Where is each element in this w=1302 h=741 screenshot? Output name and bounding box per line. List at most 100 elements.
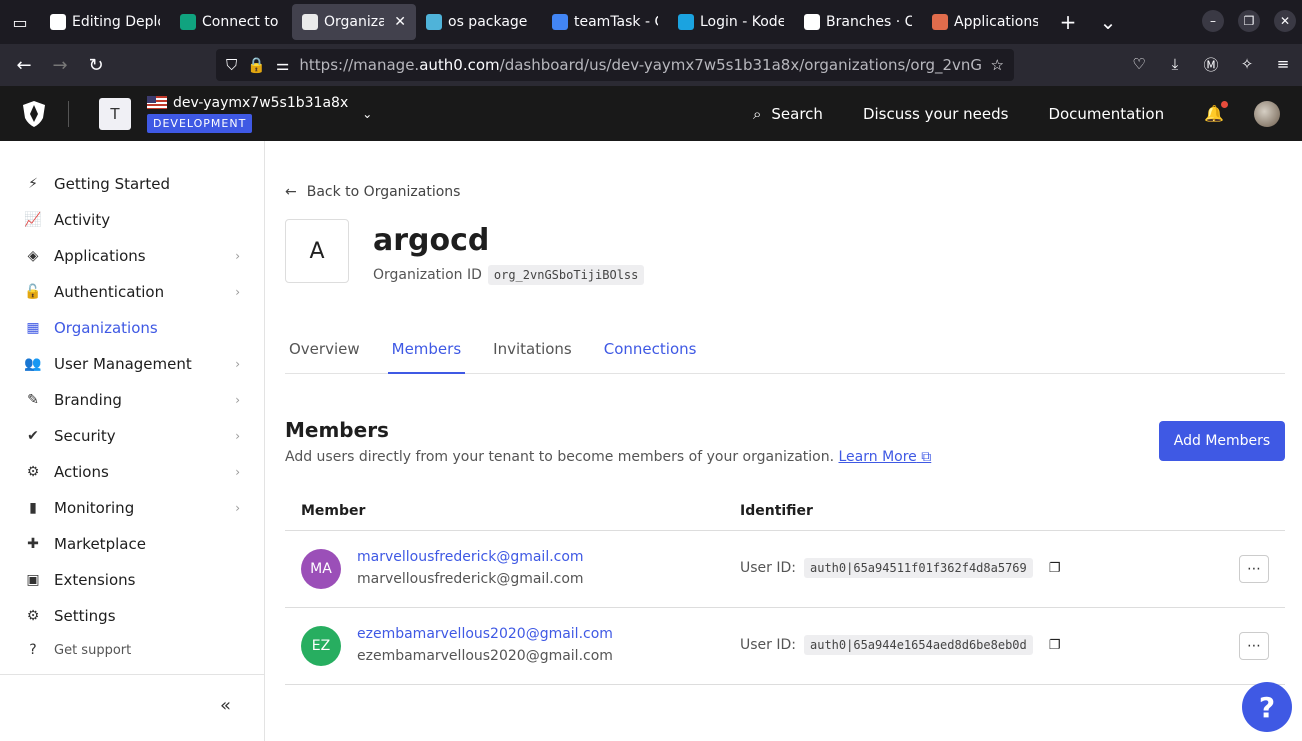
environment-badge: DEVELOPMENT (147, 113, 253, 133)
documentation-link[interactable]: Documentation (1048, 105, 1164, 123)
table-row: EZ ezembamarvellous2020@gmail.com ezembama… (285, 608, 1285, 685)
tab-favicon-icon (302, 14, 318, 30)
tab-favicon-icon (552, 14, 568, 30)
user-id-value[interactable]: auth0|65a944e1654aed8d6be8eb0d (804, 635, 1033, 655)
copy-icon[interactable]: ❐ (1049, 638, 1061, 653)
reload-icon[interactable]: ↻ (78, 47, 114, 83)
tab-members[interactable]: Members (387, 331, 466, 374)
sidebar-item-activity[interactable]: 📈 Activity (24, 208, 240, 232)
more-actions-button[interactable]: ⋯ (1239, 555, 1269, 583)
browser-tab[interactable]: os package - (416, 0, 542, 44)
member-avatar: MA (301, 549, 341, 589)
tab-label: Branches · Cl (826, 14, 912, 30)
learn-more-link[interactable]: Learn More ⧉ (839, 449, 932, 465)
sidebar-item-label: Applications (54, 247, 146, 265)
close-window-button[interactable]: ✕ (1274, 10, 1296, 32)
download-icon[interactable]: ⤓ (1164, 50, 1186, 78)
browser-tab[interactable]: Organizati ✕ (292, 4, 416, 40)
sidebar-item-organizations[interactable]: ▦ Organizations (24, 316, 240, 340)
tab-label: Login - Kode (700, 14, 784, 30)
new-tab-button[interactable]: + (1048, 0, 1088, 44)
browser-tab[interactable]: Editing Deplo (40, 0, 170, 44)
get-support-link[interactable]: ? Get support (24, 638, 240, 662)
sidebar-item-label: User Management (54, 355, 192, 373)
auth0-logo-icon[interactable] (0, 86, 68, 141)
browser-tab[interactable]: Connect to U (170, 0, 292, 44)
page-title: argocd (373, 223, 490, 258)
browser-tab[interactable]: teamTask - G (542, 0, 668, 44)
sidebar-item-authentication[interactable]: 🔓 Authentication › (24, 280, 240, 304)
close-tab-icon[interactable]: ✕ (394, 14, 406, 30)
sidebar-item-applications[interactable]: ◈ Applications › (24, 244, 240, 268)
org-id-value[interactable]: org_2vnGSboTijiBOlss (487, 265, 645, 285)
sidebar-item-user-management[interactable]: 👥 User Management › (24, 352, 240, 376)
table-row: MA marvellousfrederick@gmail.com marvellou… (285, 531, 1285, 608)
back-to-organizations-link[interactable]: ← Back to Organizations (285, 184, 460, 200)
sidebar-item-getting-started[interactable]: ⚡ Getting Started (24, 172, 240, 196)
tab-connections[interactable]: Connections (600, 331, 701, 374)
url-text[interactable]: https://manage.auth0.com/dashboard/us/de… (299, 56, 980, 74)
sidebar-icon: ✎ (27, 392, 39, 408)
bookmark-star-icon[interactable]: ☆ (991, 56, 1004, 74)
table-header: Member Identifier (285, 491, 1285, 531)
sidebar-item-marketplace[interactable]: ✚ Marketplace (24, 532, 240, 556)
sidebar-icon: 👥 (24, 356, 42, 372)
tab-favicon-icon (804, 14, 820, 30)
chevron-down-icon[interactable]: ⌄ (1088, 0, 1128, 44)
extensions-icon[interactable]: ✧ (1236, 50, 1258, 78)
tab-invitations[interactable]: Invitations (489, 331, 576, 374)
sidebar-icon: 🔓 (24, 284, 42, 300)
browser-tab[interactable]: Branches · Cl (794, 0, 922, 44)
forward-icon[interactable]: → (42, 47, 78, 83)
user-avatar[interactable] (1254, 100, 1280, 127)
minimize-button[interactable]: – (1202, 10, 1224, 32)
collapse-sidebar-icon[interactable]: « (220, 695, 231, 716)
add-members-button[interactable]: Add Members (1159, 421, 1285, 461)
search-button[interactable]: ⌕ Search (753, 105, 823, 123)
app-header: T dev-yaymx7w5s1b31a8x DEVELOPMENT ⌄ ⌕ Se… (0, 86, 1302, 141)
sidebar-icon: ✔ (27, 428, 39, 444)
tab-favicon-icon (180, 14, 196, 30)
sidebar-item-branding[interactable]: ✎ Branding › (24, 388, 240, 412)
member-name-link[interactable]: marvellousfrederick@gmail.com (357, 549, 584, 565)
help-button[interactable]: ? (1242, 682, 1292, 732)
sidebar-item-label: Settings (54, 607, 116, 625)
sidebar-item-monitoring[interactable]: ▮ Monitoring › (24, 496, 240, 520)
account-icon[interactable]: Ⓜ (1200, 50, 1222, 78)
back-icon[interactable]: ← (6, 47, 42, 83)
restore-button[interactable]: ❐ (1238, 10, 1260, 32)
menu-icon[interactable]: ≡ (1272, 50, 1294, 78)
sidebar-icon: ◈ (27, 248, 39, 264)
sidebar-item-security[interactable]: ✔ Security › (24, 424, 240, 448)
sidebar-item-label: Security (54, 427, 116, 445)
user-id: User ID: auth0|65a94511f01f362f4d8a5769 ❐ (740, 558, 1061, 578)
tenant-avatar[interactable]: T (99, 97, 131, 130)
chevron-right-icon: › (235, 357, 240, 371)
url-bar[interactable]: ⛉ 🔒 ⚌ https://manage.auth0.com/dashboard… (216, 49, 1014, 81)
member-column-header: Member (301, 503, 366, 519)
tab-overview[interactable]: Overview (285, 331, 364, 374)
tab-label: Organizati (324, 14, 385, 30)
sidebar-item-extensions[interactable]: ▣ Extensions (24, 568, 240, 592)
sidebar-item-actions[interactable]: ⚙ Actions › (24, 460, 240, 484)
sidebar-item-label: Actions (54, 463, 109, 481)
chevron-down-icon[interactable]: ⌄ (362, 107, 372, 121)
user-id: User ID: auth0|65a944e1654aed8d6be8eb0d ❐ (740, 635, 1061, 655)
discuss-needs-link[interactable]: Discuss your needs (863, 105, 1008, 123)
copy-icon[interactable]: ❐ (1049, 561, 1061, 576)
tab-label: teamTask - G (574, 14, 658, 30)
sidebar-item-settings[interactable]: ⚙ Settings (24, 604, 240, 628)
pocket-icon[interactable]: ♡ (1128, 50, 1150, 78)
bell-icon[interactable]: 🔔 (1204, 101, 1228, 123)
browser-tab[interactable]: Applications (922, 0, 1048, 44)
us-flag-icon (147, 96, 167, 109)
member-name-link[interactable]: ezembamarvellous2020@gmail.com (357, 626, 613, 642)
browser-tab[interactable]: Login - Kode (668, 0, 794, 44)
user-id-value[interactable]: auth0|65a94511f01f362f4d8a5769 (804, 558, 1033, 578)
tab-favicon-icon (932, 14, 948, 30)
more-actions-button[interactable]: ⋯ (1239, 632, 1269, 660)
tenant-selector[interactable]: dev-yaymx7w5s1b31a8x DEVELOPMENT (147, 95, 348, 133)
sidebar-icon: ⚡ (28, 176, 38, 192)
org-tabs: Overview Members Invitations Connections (285, 331, 1285, 374)
tab-list-icon[interactable]: ▭ (0, 0, 40, 44)
